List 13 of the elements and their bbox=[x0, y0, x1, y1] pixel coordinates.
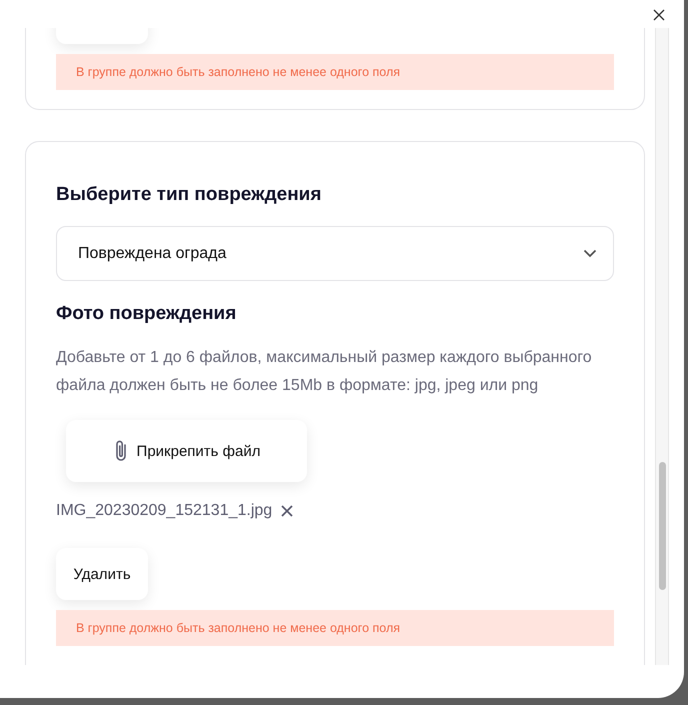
upload-hint: Добавьте от 1 до 6 файлов, максимальный размер каждого выбранного файла должен быть не более 15Mb в формате: jpg, jpeg или png bbox=[56, 348, 593, 396]
delete-button[interactable]: Удалить bbox=[56, 548, 148, 600]
remove-icon[interactable] bbox=[281, 505, 294, 517]
error-message: В группе должно быть заполнено не менее одного поля bbox=[56, 54, 614, 90]
section-title: Выберите тип повреждения bbox=[56, 184, 322, 206]
chevron-down-icon bbox=[583, 249, 597, 258]
file-name: IMG_20230209_152131_1.jpg bbox=[56, 502, 272, 520]
scrollbar[interactable] bbox=[655, 28, 669, 665]
damage-type-select[interactable]: Повреждена ограда bbox=[56, 226, 614, 281]
close-icon[interactable] bbox=[653, 9, 665, 21]
error-message: В группе должно быть заполнено не менее одного поля bbox=[56, 610, 614, 646]
section-title: Фото повреждения bbox=[56, 303, 238, 325]
attach-file-button[interactable]: Прикрепить файл bbox=[66, 420, 307, 482]
